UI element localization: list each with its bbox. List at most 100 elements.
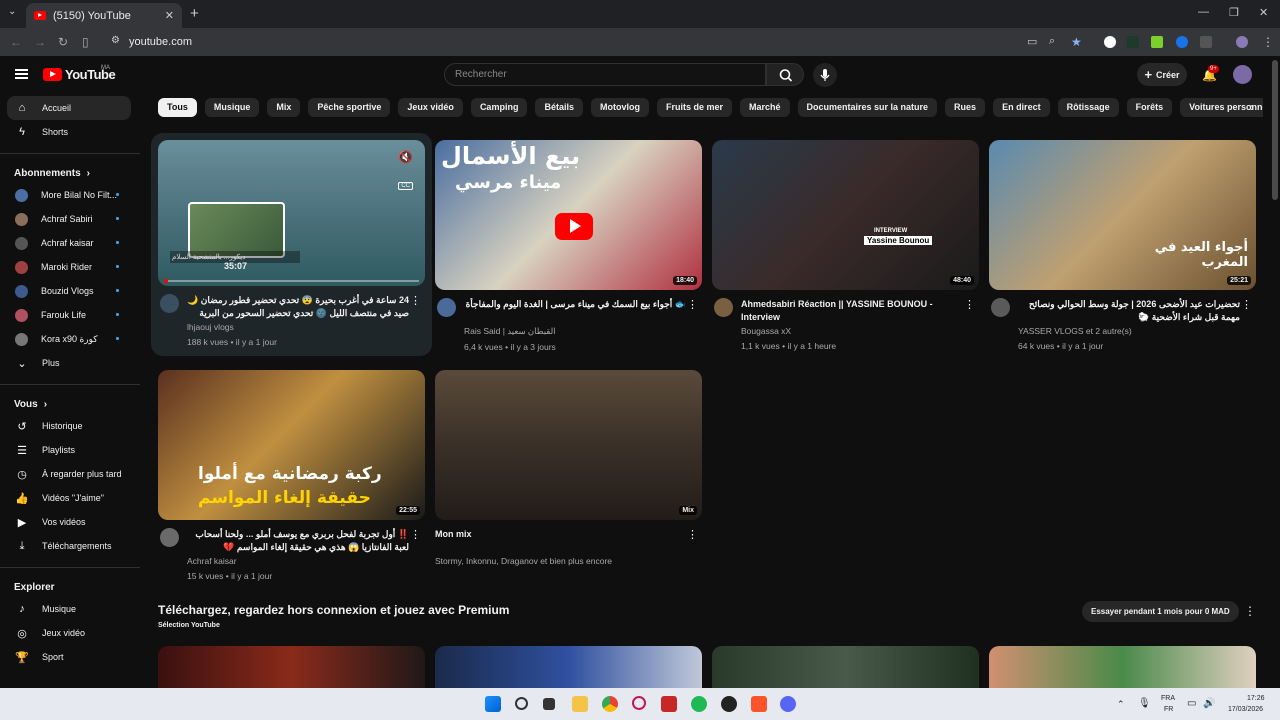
profile-avatar-icon[interactable]	[1236, 36, 1248, 48]
filter-chip[interactable]: Jeux vidéo	[398, 98, 463, 117]
filter-chip[interactable]: Mix	[267, 98, 301, 117]
filter-chip[interactable]: Pêche sportive	[308, 98, 391, 117]
video-card[interactable]: Mix Mon mix Stormy, Inkonnu, Draganov et b…	[435, 370, 702, 566]
search-input[interactable]: Rechercher	[444, 63, 766, 86]
maximize-icon[interactable]: ❐	[1229, 6, 1239, 19]
cc-icon[interactable]: CC	[398, 182, 413, 190]
sidebar-show-more[interactable]: ⌄ Plus	[0, 351, 140, 375]
forward-icon[interactable]: →	[34, 35, 46, 49]
language-bottom[interactable]: FR	[1164, 706, 1173, 713]
back-icon[interactable]: ←	[10, 35, 22, 49]
channel-name[interactable]: Stormy, Inkonnu, Draganov et bien plus e…	[435, 556, 702, 566]
sidebar-subscription[interactable]: Farouk Life	[0, 303, 140, 327]
channel-name[interactable]: lhjaouj vlogs	[187, 322, 425, 332]
sidebar-subscription[interactable]: Achraf kaisar	[0, 231, 140, 255]
extension-4-icon[interactable]	[1176, 36, 1188, 48]
scrollbar-thumb[interactable]	[1272, 60, 1278, 200]
video-title[interactable]: 🐟 أجواء بيع السمك في ميناء مرسى | الغدة …	[464, 298, 702, 324]
subscriptions-heading[interactable]: Abonnements ›	[0, 163, 140, 183]
sidebar-item-explore[interactable]: ◎ Jeux vidéo	[0, 621, 140, 645]
account-avatar[interactable]	[1233, 65, 1252, 84]
video-card[interactable]: 22:55 ركبة رمضانية مع أملوا حقيقة إلغاء ال…	[158, 370, 425, 581]
clock-date[interactable]: 17/03/2026	[1228, 706, 1263, 713]
video-more-options-icon[interactable]: ⋮	[964, 298, 975, 311]
sidebar-item-you[interactable]: ◷ À regarder plus tard	[0, 462, 140, 486]
premium-thumbnail[interactable]	[158, 646, 425, 688]
extensions-puzzle-icon[interactable]	[1200, 36, 1212, 48]
url-field[interactable]: youtube.com	[129, 36, 192, 48]
premium-thumbnail[interactable]	[435, 646, 702, 688]
file-explorer-icon[interactable]	[572, 696, 588, 712]
filter-chip[interactable]: Musique	[204, 98, 260, 117]
close-window-icon[interactable]: ✕	[1259, 6, 1268, 19]
channel-avatar[interactable]	[714, 298, 733, 317]
channel-avatar[interactable]	[160, 528, 179, 547]
video-more-options-icon[interactable]: ⋮	[410, 294, 421, 307]
video-title[interactable]: ‼️ أول تجربة لفحل بربري مع يوسف أملو ...…	[187, 528, 425, 554]
sidebar-subscription[interactable]: Achraf Sabiri	[0, 207, 140, 231]
channel-name[interactable]: YASSER VLOGS et 2 autre(s)	[1018, 326, 1256, 336]
browser-tab-youtube[interactable]: (5150) YouTube ✕	[26, 3, 182, 28]
sidebar-item-you[interactable]: ⤓ Téléchargements	[0, 534, 140, 558]
extension-2-icon[interactable]	[1127, 36, 1139, 48]
premium-thumbnail[interactable]	[712, 646, 979, 688]
search-button[interactable]	[766, 63, 804, 86]
video-card[interactable]: 48:40 INTERVIEW Yassine Bounou Ahmedsabiri …	[712, 140, 979, 351]
sidebar-item-explore[interactable]: 🏆 Sport	[0, 645, 140, 669]
create-button[interactable]: + Créer	[1137, 63, 1187, 86]
premium-trial-button[interactable]: Essayer pendant 1 mois pour 0 MAD	[1082, 601, 1239, 622]
cast-icon[interactable]: ▭	[1027, 35, 1037, 48]
video-title[interactable]: Ahmedsabiri Réaction || YASSINE BOUNOU -…	[741, 298, 979, 324]
adobe-app-icon[interactable]	[661, 696, 677, 712]
sidebar-item-home[interactable]: ⌂ Accueil	[7, 96, 131, 120]
youtube-logo[interactable]: YouTube MA	[43, 65, 116, 82]
filter-chip[interactable]: Camping	[470, 98, 528, 117]
video-thumbnail[interactable]: 25:21 أجواء العيد في المغرب	[989, 140, 1256, 290]
filter-chip[interactable]: Fruits de mer	[656, 98, 732, 117]
video-card[interactable]: 25:21 أجواء العيد في المغرب تحضيرات عيد ال…	[989, 140, 1256, 351]
filter-chip[interactable]: Rues	[945, 98, 986, 117]
voice-search-button[interactable]	[813, 63, 837, 87]
filter-chip[interactable]: Forêts	[1126, 98, 1173, 117]
extension-3-icon[interactable]	[1151, 36, 1163, 48]
video-card[interactable]: 🔇 CC ديكور... بالمنشحية السلام 35:07 24 ساعة…	[158, 140, 425, 347]
sidebar-subscription[interactable]: Maroki Rider	[0, 255, 140, 279]
taskbar-search-icon[interactable]	[515, 697, 528, 710]
app-icon[interactable]	[632, 696, 646, 710]
video-more-options-icon[interactable]: ⋮	[687, 528, 698, 541]
sidebar-subscription[interactable]: Kora x90 كورة	[0, 327, 140, 351]
sidebar-item-you[interactable]: 👍 Vidéos "J'aime"	[0, 486, 140, 510]
language-top[interactable]: FRA	[1161, 695, 1175, 702]
bookmark-star-icon[interactable]: ★	[1071, 35, 1082, 49]
premium-more-icon[interactable]: ⋮	[1244, 604, 1256, 618]
mute-icon[interactable]: 🔇	[398, 150, 413, 164]
sidebar-item-you[interactable]: ▶ Vos vidéos	[0, 510, 140, 534]
video-thumbnail[interactable]: 22:55 ركبة رمضانية مع أملوا حقيقة إلغاء ال…	[158, 370, 425, 520]
filter-chip[interactable]: Bétails	[535, 98, 583, 117]
video-title[interactable]: تحضيرات عيد الأضحى 2026 | جولة وسط الحوا…	[1018, 298, 1256, 324]
app-icon[interactable]	[721, 696, 737, 712]
video-title[interactable]: Mon mix	[435, 528, 702, 554]
browser-menu-icon[interactable]: ⋮	[1262, 35, 1274, 49]
filter-chip[interactable]: Rôtissage	[1057, 98, 1119, 117]
network-icon[interactable]: ▭	[1187, 698, 1196, 709]
chips-next-arrow-icon[interactable]: ›	[1250, 100, 1254, 114]
menu-hamburger-icon[interactable]	[15, 69, 28, 79]
channel-avatar[interactable]	[991, 298, 1010, 317]
video-more-options-icon[interactable]: ⋮	[410, 528, 421, 541]
volume-icon[interactable]: 🔊	[1203, 698, 1215, 709]
spotify-icon[interactable]	[691, 696, 707, 712]
video-more-options-icon[interactable]: ⋮	[687, 298, 698, 311]
sidebar-item-you[interactable]: ↺ Historique	[0, 414, 140, 438]
preview-progress-bar[interactable]	[164, 280, 419, 282]
channel-name[interactable]: Bougassa xX	[741, 326, 979, 336]
filter-chip[interactable]: Marché	[739, 98, 790, 117]
channel-avatar[interactable]	[160, 294, 179, 313]
video-card[interactable]: 18:40 بيع الأسمال ميناء مرسي 🐟 أجواء بيع ال…	[435, 140, 702, 352]
sidebar-item-explore[interactable]: ♪ Musique	[0, 597, 140, 621]
side-panel-icon[interactable]: ▯	[82, 35, 89, 49]
video-thumbnail[interactable]: 18:40 بيع الأسمال ميناء مرسي	[435, 140, 702, 290]
filter-chip[interactable]: Tous	[158, 98, 197, 117]
sidebar-item-you[interactable]: ☰ Playlists	[0, 438, 140, 462]
discord-icon[interactable]	[780, 696, 796, 712]
